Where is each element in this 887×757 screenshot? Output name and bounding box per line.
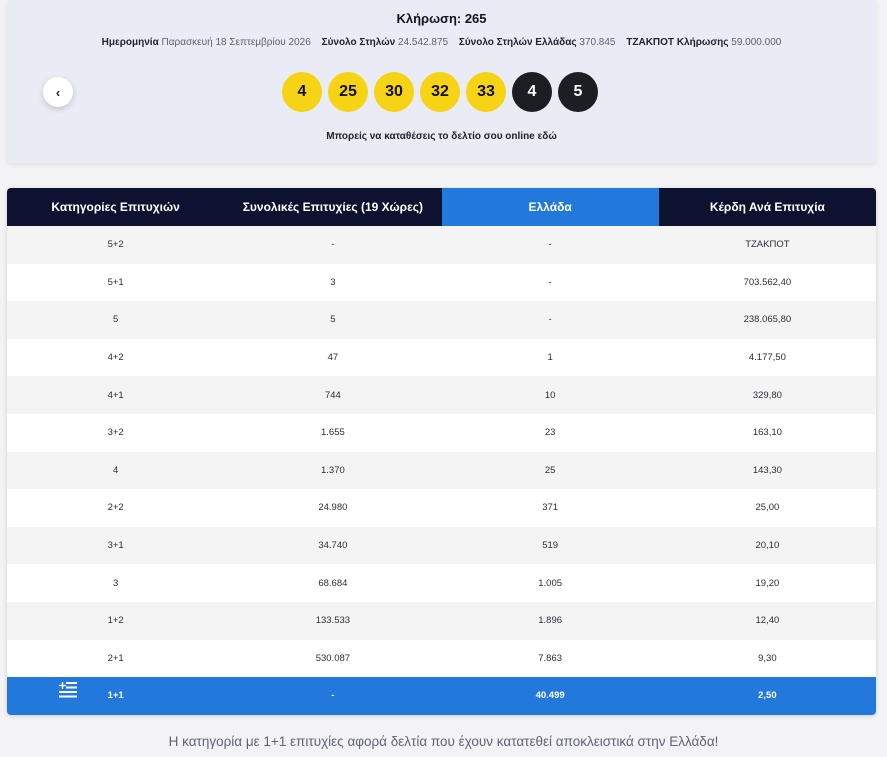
cell-prize: 12,40 <box>658 601 876 640</box>
table-row: 3+1 34.740 519 20,10 <box>7 526 876 565</box>
table-row: 4+2 47 1 4.177,50 <box>7 338 876 377</box>
cell-category: 3+2 <box>7 413 225 452</box>
cell-total-winners: 3 <box>224 263 442 302</box>
table-row: 4 1.370 25 143,30 <box>7 451 876 490</box>
cell-category: 5 <box>7 301 225 339</box>
cell-prize: 19,20 <box>658 564 876 602</box>
cell-greece-winners: 1 <box>441 338 659 377</box>
cell-greece-winners: 1.005 <box>441 564 659 602</box>
cell-category: 3+1 <box>7 526 225 565</box>
draw-total-columns: Σύνολο Στηλών 24.542.875 <box>321 37 449 48</box>
cell-prize: 143,30 <box>658 451 876 490</box>
footnote: Η κατηγορία με 1+1 επιτυχίες αφορά δελτί… <box>168 734 719 749</box>
cell-category: 2+2 <box>7 489 225 527</box>
cell-greece-winners: 10 <box>441 376 659 414</box>
cell-category: 1+1 <box>7 677 225 715</box>
table-row: 2+2 24.980 371 25,00 <box>7 489 876 527</box>
cell-total-winners: 1.370 <box>224 451 442 490</box>
table-row: 3+2 1.655 23 163,10 <box>7 413 876 452</box>
table-row: 3 68.684 1.005 19,20 <box>7 564 876 602</box>
main-number-ball: 32 <box>420 72 460 112</box>
cell-prize: ΤΖΑΚΠΟΤ <box>658 226 876 264</box>
draw-date: Ημερομηνία Παρασκευή 18 Σεπτεμβρίου 2026 <box>101 37 311 48</box>
cell-total-winners: 47 <box>224 338 442 377</box>
draw-info-card: Κλήρωση: 265 Ημερομηνία Παρασκευή 18 Σεπ… <box>7 0 876 163</box>
online-ticket-link[interactable]: Μπορείς να καταθέσεις το δελτίο σου onli… <box>7 131 876 142</box>
cell-prize: 329,80 <box>658 376 876 414</box>
cell-category: 2+1 <box>7 639 225 678</box>
cell-prize: 4.177,50 <box>658 338 876 377</box>
cell-total-winners: - <box>224 677 442 715</box>
chevron-left-icon: ‹ <box>55 84 61 100</box>
special-category-label: 1+1 <box>107 690 124 702</box>
cell-total-winners: 24.980 <box>224 489 442 527</box>
table-row: 2+1 530.087 7.863 9,30 <box>7 639 876 678</box>
table-row: 5+1 3-703.562,40 <box>7 263 876 302</box>
cell-greece-winners: 23 <box>441 413 659 452</box>
cell-category: 1+2 <box>7 601 225 640</box>
table-row: 4+1 744 10 329,80 <box>7 376 876 414</box>
table-row: 5 5-238.065,80 <box>7 301 876 339</box>
cell-prize: 9,30 <box>658 639 876 678</box>
draw-meta: Ημερομηνία Παρασκευή 18 Σεπτεμβρίου 2026… <box>7 37 876 48</box>
cell-category: 5+1 <box>7 263 225 302</box>
cell-category: 4 <box>7 451 225 490</box>
cell-category: 5+2 <box>7 226 225 264</box>
cell-total-winners: 68.684 <box>224 564 442 602</box>
cell-total-winners: 5 <box>224 301 442 339</box>
previous-draw-button[interactable]: ‹ <box>43 77 73 107</box>
cell-category: 4+2 <box>7 338 225 377</box>
cell-total-winners: 744 <box>224 376 442 414</box>
header-prize-per-winner: Κέρδη Ανά Επιτυχία <box>658 188 876 226</box>
cell-category: 3 <box>7 564 225 602</box>
draw-title: Κλήρωση: 265 <box>396 11 487 26</box>
cell-category: 4+1 <box>7 376 225 414</box>
cell-total-winners: - <box>224 226 442 264</box>
cell-greece-winners: 519 <box>441 526 659 565</box>
cell-prize: 163,10 <box>658 413 876 452</box>
cell-greece-winners: 1.896 <box>441 601 659 640</box>
cell-prize: 238.065,80 <box>658 301 876 339</box>
cell-greece-winners: - <box>441 301 659 339</box>
header-categories: Κατηγορίες Επιτυχιών <box>7 188 225 226</box>
header-greece: Ελλάδα <box>441 188 659 226</box>
main-number-ball: 25 <box>328 72 368 112</box>
draw-jackpot: ΤΖΑΚΠΟΤ Κλήρωσης 59.000.000 <box>626 37 782 48</box>
winning-numbers: 4 25 30 32 33 4 5 <box>282 72 598 112</box>
draw-greece-columns: Σύνολο Στηλών Ελλάδας 370.845 <box>458 37 616 48</box>
cell-prize: 2,50 <box>658 677 876 715</box>
table-row-greece-only: 1+1 -40.499 2,50 <box>7 677 876 715</box>
main-number-ball: 30 <box>374 72 414 112</box>
cell-total-winners: 34.740 <box>224 526 442 565</box>
table-header-row: Κατηγορίες Επιτυχιών Συνολικές Επιτυχίες… <box>7 188 876 226</box>
cell-greece-winners: 7.863 <box>441 639 659 678</box>
cell-greece-winners: 371 <box>441 489 659 527</box>
cell-total-winners: 133.533 <box>224 601 442 640</box>
greek-flag-icon <box>59 682 77 698</box>
cell-total-winners: 530.087 <box>224 639 442 678</box>
star-number-ball: 4 <box>512 72 552 112</box>
header-total-winners: Συνολικές Επιτυχίες (19 Χώρες) <box>224 188 442 226</box>
cell-prize: 703.562,40 <box>658 263 876 302</box>
main-number-ball: 4 <box>282 72 322 112</box>
cell-greece-winners: - <box>441 263 659 302</box>
cell-prize: 25,00 <box>658 489 876 527</box>
cell-greece-winners: 40.499 <box>441 677 659 715</box>
table-row: 1+2 133.533 1.896 12,40 <box>7 601 876 640</box>
cell-total-winners: 1.655 <box>224 413 442 452</box>
cell-prize: 20,10 <box>658 526 876 565</box>
table-row: 5+2- - ΤΖΑΚΠΟΤ <box>7 226 876 264</box>
cell-greece-winners: - <box>441 226 659 264</box>
cell-greece-winners: 25 <box>441 451 659 490</box>
star-number-ball: 5 <box>558 72 598 112</box>
prize-table: Κατηγορίες Επιτυχιών Συνολικές Επιτυχίες… <box>7 188 876 715</box>
main-number-ball: 33 <box>466 72 506 112</box>
